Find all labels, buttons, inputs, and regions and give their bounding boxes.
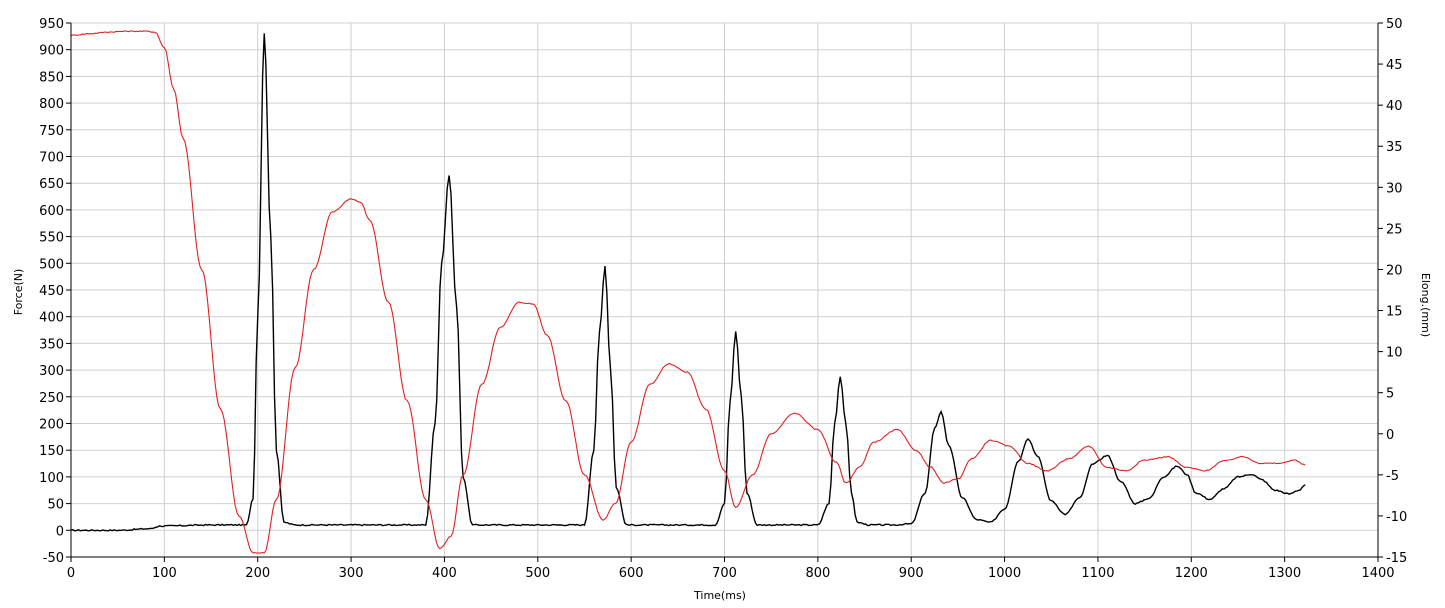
x-tick-label: 500 xyxy=(525,566,550,581)
x-tick-label: 1400 xyxy=(1361,566,1394,581)
y-left-tick-label: 850 xyxy=(39,70,64,85)
x-tick-label: 700 xyxy=(712,566,737,581)
x-tick-label: 1100 xyxy=(1081,566,1114,581)
y-left-tick-label: 0 xyxy=(56,524,64,539)
y-left-tick-label: 450 xyxy=(39,284,64,299)
x-tick-label: 300 xyxy=(339,566,364,581)
y-left-tick-label: 950 xyxy=(39,17,64,32)
x-tick-label: 1300 xyxy=(1268,566,1301,581)
y-right-tick-label: 15 xyxy=(1386,305,1403,320)
chart: 0 100 200 300 400 500 600 700 800 900 1000 1100 1200… xyxy=(0,0,1445,608)
y-left-tick-label: 800 xyxy=(39,97,64,112)
y-left-tick-label: 900 xyxy=(39,44,64,59)
y-left-tick-label: 350 xyxy=(39,337,64,352)
y-left-tick-label: 200 xyxy=(39,418,64,433)
y-right-tick-label: -15 xyxy=(1386,551,1407,566)
y-left-tick-label: 650 xyxy=(39,177,64,192)
x-tick-label: 600 xyxy=(619,566,644,581)
x-tick-label: 800 xyxy=(805,566,830,581)
elongation-series-line xyxy=(70,30,1306,554)
x-axis-title: Time(ms) xyxy=(693,589,746,602)
y-right-tick-label: 20 xyxy=(1386,263,1403,278)
y-left-tick-label: 600 xyxy=(39,204,64,219)
x-tick-label: 900 xyxy=(899,566,924,581)
y-left-tick-label: 300 xyxy=(39,364,64,379)
y-left-tick-label: 400 xyxy=(39,311,64,326)
y-left-tick-label: 550 xyxy=(39,231,64,246)
y-right-axis-title: Elong.(mm) xyxy=(1419,273,1432,337)
y-left-tick-label: 700 xyxy=(39,151,64,166)
y-right-tick-label: 45 xyxy=(1386,58,1403,73)
y-left-tick-label: 100 xyxy=(39,471,64,486)
y-left-tick-label: 50 xyxy=(47,498,64,513)
y-left-tick-label: 150 xyxy=(39,444,64,459)
y-right-tick-label: 0 xyxy=(1386,428,1394,443)
x-tick-label: 1000 xyxy=(988,566,1021,581)
y-right-tick-label: 5 xyxy=(1386,387,1394,402)
y-left-tick-label: 750 xyxy=(39,124,64,139)
y-right-tick-label: 30 xyxy=(1386,181,1403,196)
force-series-line xyxy=(70,33,1306,532)
x-tick-label: 0 xyxy=(67,566,75,581)
y-right-tick-label: 40 xyxy=(1386,99,1403,114)
y-right-tick-label: -10 xyxy=(1386,510,1407,525)
x-tick-label: 1200 xyxy=(1175,566,1208,581)
y-right-tick-label: 35 xyxy=(1386,140,1403,155)
x-tick-label: 200 xyxy=(245,566,270,581)
y-left-tick-label: 500 xyxy=(39,257,64,272)
y-right-tick-label: -5 xyxy=(1386,469,1399,484)
series-layer xyxy=(70,30,1306,554)
y-right-tick-label: 25 xyxy=(1386,222,1403,237)
y-left-tick-label: 250 xyxy=(39,391,64,406)
x-tick-label: 400 xyxy=(432,566,457,581)
y-right-tick-label: 10 xyxy=(1386,346,1403,361)
y-left-tick-label: -50 xyxy=(43,551,64,566)
y-left-axis-title: Force(N) xyxy=(12,269,25,316)
x-tick-label: 100 xyxy=(152,566,177,581)
chart-canvas: 0 100 200 300 400 500 600 700 800 900 1000 1100 1200… xyxy=(12,17,1432,602)
y-right-tick-label: 50 xyxy=(1386,17,1403,32)
